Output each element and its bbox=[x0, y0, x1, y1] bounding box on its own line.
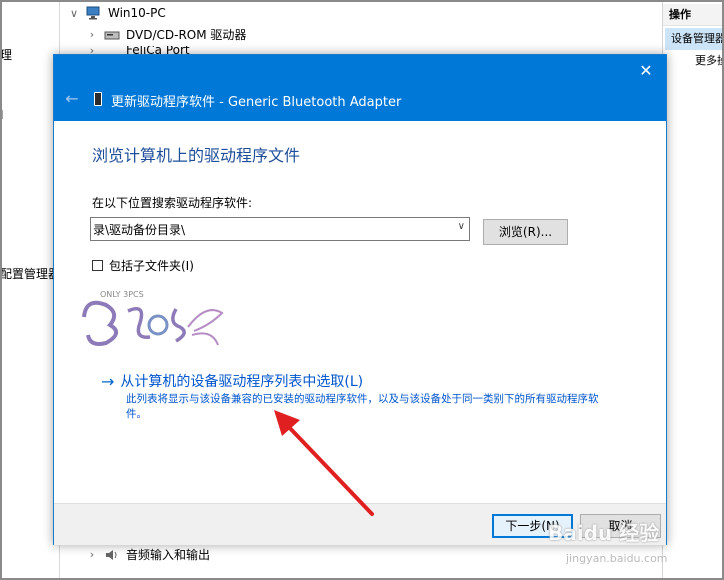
tree-item[interactable]: › FeliCa Port bbox=[86, 46, 190, 54]
include-subfolders-label[interactable]: 包括子文件夹(I) bbox=[109, 257, 194, 274]
left-pane-fragment: 理 bbox=[0, 48, 13, 62]
logo-text: ONLY 3PCS bbox=[100, 290, 144, 299]
dialog-title: 更新驱动程序软件 - Generic Bluetooth Adapter bbox=[111, 95, 402, 110]
port-icon bbox=[104, 46, 120, 54]
chevron-down-icon[interactable]: ∨ bbox=[68, 7, 80, 20]
browse-button[interactable]: 浏览(R)... bbox=[483, 219, 568, 245]
pick-from-list-label[interactable]: 从计算机的设备驱动程序列表中选取(L) bbox=[120, 371, 363, 391]
pick-from-list-link[interactable]: → 从计算机的设备驱动程序列表中选取(L) bbox=[101, 371, 363, 391]
close-button[interactable]: ✕ bbox=[634, 59, 658, 83]
pick-from-list-description: 此列表将显示与该设备兼容的已安装的驱动程序软件，以及与该设备处于同一类别下的所有… bbox=[126, 393, 599, 420]
chevron-right-icon[interactable]: › bbox=[86, 28, 98, 41]
tree-item-label: 音频输入和输出 bbox=[126, 548, 211, 562]
include-subfolders-option[interactable]: 包括子文件夹(I) bbox=[92, 257, 194, 274]
update-driver-dialog: ✕ ← 更新驱动程序软件 - Generic Bluetooth Adapter… bbox=[53, 54, 667, 545]
actions-header: 操作 bbox=[663, 4, 724, 26]
left-pane-fragment: I bbox=[0, 108, 4, 122]
tree-item[interactable]: › DVD/CD-ROM 驱动器 bbox=[86, 26, 247, 43]
tree-root[interactable]: ∨ Win10-PC bbox=[68, 6, 166, 20]
left-pane-fragment[interactable]: 配置管理器 bbox=[0, 265, 60, 282]
baidu-watermark-url: jingyan.baidu.com bbox=[566, 552, 668, 565]
dvd-drive-icon bbox=[104, 28, 120, 42]
actions-pane: 操作 设备管理器 更多操作 bbox=[662, 0, 724, 580]
tree-item[interactable]: › 音频输入和输出 bbox=[86, 546, 210, 563]
dialog-titlebar: ✕ ← 更新驱动程序软件 - Generic Bluetooth Adapter bbox=[54, 55, 666, 121]
search-location-label: 在以下位置搜索驱动程序软件: bbox=[92, 196, 253, 210]
driver-path-combobox[interactable]: ∨ bbox=[90, 217, 470, 241]
device-icon bbox=[94, 92, 102, 106]
tree-item-label: FeliCa Port bbox=[126, 46, 190, 54]
chevron-right-icon[interactable]: › bbox=[86, 46, 98, 54]
driver-path-input[interactable] bbox=[93, 218, 443, 240]
actions-item-device-manager[interactable]: 设备管理器 bbox=[665, 28, 724, 50]
left-navigation-pane: 理 I 配置管理器 bbox=[0, 0, 60, 580]
computer-icon bbox=[86, 6, 102, 20]
baidu-watermark: Baidu 经验 bbox=[548, 521, 660, 545]
page-heading: 浏览计算机上的驱动程序文件 bbox=[92, 146, 301, 165]
tree-item-label: DVD/CD-ROM 驱动器 bbox=[126, 28, 247, 42]
arrow-right-icon: → bbox=[101, 371, 115, 391]
watermark-logo: ONLY 3PCS bbox=[76, 283, 226, 356]
actions-item-more[interactable]: 更多操作 bbox=[695, 52, 724, 68]
tree-root-label: Win10-PC bbox=[108, 6, 166, 20]
chevron-down-icon[interactable]: ∨ bbox=[458, 221, 465, 232]
back-arrow-icon[interactable]: ← bbox=[62, 89, 82, 109]
chevron-right-icon[interactable]: › bbox=[86, 548, 98, 561]
include-subfolders-checkbox[interactable] bbox=[92, 260, 103, 271]
speaker-icon bbox=[104, 548, 120, 562]
